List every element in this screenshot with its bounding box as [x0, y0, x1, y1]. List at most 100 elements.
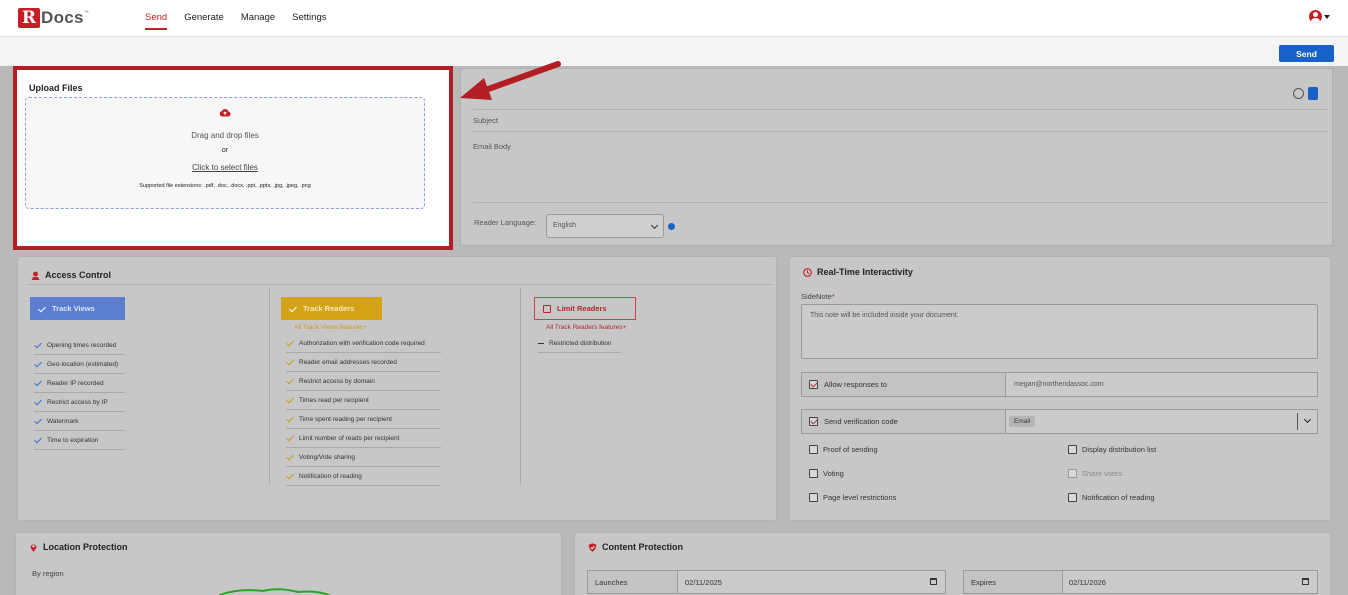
user-menu[interactable]: [1309, 10, 1330, 23]
send-button[interactable]: Send: [1279, 45, 1334, 62]
expires-label: Expires: [964, 571, 1063, 593]
info-icon[interactable]: [668, 223, 675, 230]
list-item: Time spent reading per recipient: [286, 410, 441, 429]
check-icon: [34, 379, 42, 387]
subject-field[interactable]: Subject: [473, 116, 1328, 125]
real-time-title: Real-Time Interactivity: [803, 267, 913, 277]
check-icon: [34, 417, 42, 425]
checkbox-icon: [1068, 493, 1077, 502]
column-divider: [269, 288, 270, 485]
sidenote-label: SideNote*: [801, 292, 835, 301]
list-item: Reader IP recorded: [34, 374, 125, 393]
list-item: Opening times recorded: [34, 336, 125, 355]
nav-send[interactable]: Send: [145, 12, 168, 30]
check-icon: [286, 358, 294, 366]
check-icon: [286, 434, 294, 442]
select-files-link[interactable]: Click to select files: [26, 163, 424, 172]
reader-language-label: Reader Language:: [474, 218, 537, 227]
allow-responses-email[interactable]: megan@northendassoc.com: [1014, 381, 1104, 388]
list-item: Reader email addresses recorded: [286, 353, 441, 372]
launches-row: Launches 02/11/2025: [587, 570, 946, 594]
list-item: Notification of reading: [286, 467, 441, 486]
user-avatar-icon: [1309, 10, 1322, 23]
list-item: Limit number of reads per recipient: [286, 429, 441, 448]
expires-row: Expires 02/11/2026: [963, 570, 1318, 594]
nav-manage[interactable]: Manage: [241, 12, 275, 30]
list-item: Restrict access by domain: [286, 372, 441, 391]
email-tools: [1293, 87, 1318, 100]
verification-row: Send verification code Email: [801, 409, 1318, 434]
map-region-shape: [219, 588, 332, 595]
check-icon: [34, 360, 42, 368]
track-views-features: Opening times recorded Geo-location (est…: [34, 336, 125, 450]
limit-readers-label: Limit Readers: [557, 304, 607, 313]
check-icon: [34, 436, 42, 444]
dash-icon: [538, 342, 544, 344]
list-item: Time to expiration: [34, 431, 125, 450]
clock-icon: [803, 267, 812, 277]
verification-method-chip: Email: [1009, 416, 1036, 427]
display-distribution-list-option[interactable]: Display distribution list: [1068, 445, 1156, 454]
map-pin-icon: [30, 544, 37, 552]
check-icon: [286, 339, 294, 347]
proof-of-sending-option[interactable]: Proof of sending: [809, 445, 878, 454]
track-readers-note: All Track Views features+: [294, 324, 368, 331]
access-control-title-text: Access Control: [45, 270, 112, 280]
calendar-icon[interactable]: [930, 578, 937, 585]
check-icon: [286, 472, 294, 480]
allow-responses-row: Allow responses to megan@northendassoc.c…: [801, 372, 1318, 397]
chevron-down-icon[interactable]: [1297, 413, 1317, 430]
track-views-label: Track Views: [52, 304, 95, 313]
email-body-field[interactable]: Email Body: [473, 142, 1328, 151]
track-readers-option[interactable]: Track Readers: [281, 297, 382, 320]
rdocs-logo[interactable]: R Docs ™: [18, 8, 89, 28]
track-views-option[interactable]: Track Views: [30, 297, 125, 320]
or-text: or: [221, 147, 229, 154]
divider: [473, 109, 1328, 110]
checkbox-icon: [809, 445, 818, 454]
file-dropzone[interactable]: Drag and drop files or Click to select f…: [25, 97, 425, 209]
real-time-title-text: Real-Time Interactivity: [817, 267, 913, 277]
limit-readers-features: Restricted distribution: [538, 334, 621, 353]
nav-settings[interactable]: Settings: [292, 12, 326, 30]
contacts-icon[interactable]: [1293, 88, 1304, 99]
expires-date-input[interactable]: 02/11/2026: [1069, 578, 1106, 587]
checkbox-checked-icon: [809, 417, 818, 426]
check-icon: [286, 396, 294, 404]
check-icon: [286, 377, 294, 385]
list-item: Restrict access by IP: [34, 393, 125, 412]
voting-option[interactable]: Voting: [809, 469, 844, 478]
launches-date-input[interactable]: 02/11/2025: [685, 578, 722, 587]
check-icon: [38, 305, 46, 313]
drag-drop-text: Drag and drop files: [191, 131, 259, 140]
by-region-label: By region: [32, 569, 64, 578]
divider: [473, 202, 1328, 203]
logo-mark: R: [18, 8, 40, 28]
page-level-restrictions-option[interactable]: Page level restrictions: [809, 493, 896, 502]
logo-wordmark: Docs: [41, 8, 84, 27]
reader-language-value: English: [553, 222, 576, 229]
calendar-icon[interactable]: [1302, 578, 1309, 585]
supported-extensions-text: Supported file extensions: .pdf, .doc, .…: [139, 183, 311, 189]
upload-files-panel: Upload Files Drag and drop files or Clic…: [13, 66, 453, 250]
divider: [473, 131, 1328, 132]
address-book-icon[interactable]: [1308, 87, 1318, 100]
checkbox-icon: [543, 304, 551, 313]
check-icon: [34, 398, 42, 406]
check-icon: [34, 341, 42, 349]
reader-language-select[interactable]: English: [546, 214, 664, 238]
list-item: Times read per recipient: [286, 391, 441, 410]
notification-of-reading-option[interactable]: Notification of reading: [1068, 493, 1155, 502]
sidenote-textarea[interactable]: This note will be included inside your d…: [801, 304, 1318, 359]
allow-responses-toggle[interactable]: Allow responses to: [802, 373, 1006, 396]
send-verification-toggle[interactable]: Send verification code: [802, 410, 1006, 433]
access-control-icon: [31, 271, 40, 280]
limit-readers-option[interactable]: Limit Readers: [534, 297, 636, 320]
checkbox-icon: [809, 493, 818, 502]
nav-generate[interactable]: Generate: [184, 12, 224, 30]
content-protection-title: Content Protection: [588, 542, 683, 552]
share-votes-option: Share votes: [1068, 469, 1122, 478]
checkbox-icon: [809, 469, 818, 478]
top-navigation-bar: R Docs ™ Send Generate Manage Settings: [0, 0, 1348, 37]
email-panel: Subject Email Body Reader Language: Engl…: [460, 68, 1333, 246]
